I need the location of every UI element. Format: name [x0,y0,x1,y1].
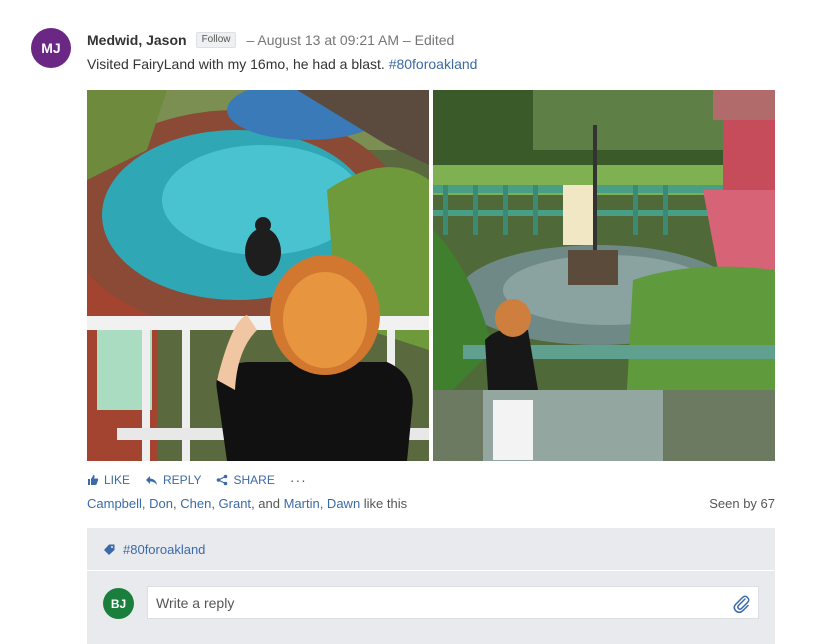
thumbs-up-icon [88,475,99,485]
reply-placeholder: Write a reply [156,594,235,611]
reply-label: REPLY [163,473,202,487]
reply-button[interactable]: REPLY [145,473,201,487]
likes-summary: Campbell, Don, Chen, Grant, and Martin, … [87,496,407,511]
reply-arrow-icon [146,475,158,485]
follow-button[interactable]: Follow [195,32,237,48]
post-header: Medwid, Jason Follow – August 13 at 09:2… [87,31,454,49]
liker-link[interactable]: Campbell, Don [87,496,173,511]
reply-area: BJ Write a reply [87,571,775,644]
like-label: LIKE [104,473,131,487]
share-button[interactable]: SHARE [216,473,275,487]
tag-icon [104,544,115,555]
liker-link[interactable]: Martin, Dawn [284,496,361,511]
topic-label: #80foroakland [123,541,206,557]
likes-separator: , and [251,496,284,511]
author-avatar[interactable]: MJ [31,28,71,68]
author-name[interactable]: Medwid, Jason [87,32,187,48]
share-icon [217,474,228,486]
post-timestamp: – August 13 at 09:21 AM – Edited [246,32,455,48]
post-actions: LIKE REPLY SHARE ··· [87,472,307,488]
more-options-button[interactable]: ··· [290,472,307,488]
photo-child-at-pond[interactable] [433,90,775,461]
seen-by-count[interactable]: Seen by 67 [709,496,775,511]
post-hashtag-link[interactable]: #80foroakland [389,56,478,72]
share-label: SHARE [233,473,275,487]
post-body: Visited FairyLand with my 16mo, he had a… [87,56,477,72]
current-user-avatar: BJ [103,588,134,619]
post-text: Visited FairyLand with my 16mo, he had a… [87,56,389,72]
liker-link[interactable]: Chen, Grant [180,496,251,511]
photo-child-at-fountain[interactable] [87,90,429,461]
like-button[interactable]: LIKE [87,473,130,487]
topic-link[interactable]: #80foroakland [104,542,205,557]
paperclip-icon[interactable] [732,593,750,613]
topic-bar: #80foroakland [87,528,775,570]
reply-input[interactable]: Write a reply [147,586,759,619]
likes-suffix: like this [360,496,408,511]
